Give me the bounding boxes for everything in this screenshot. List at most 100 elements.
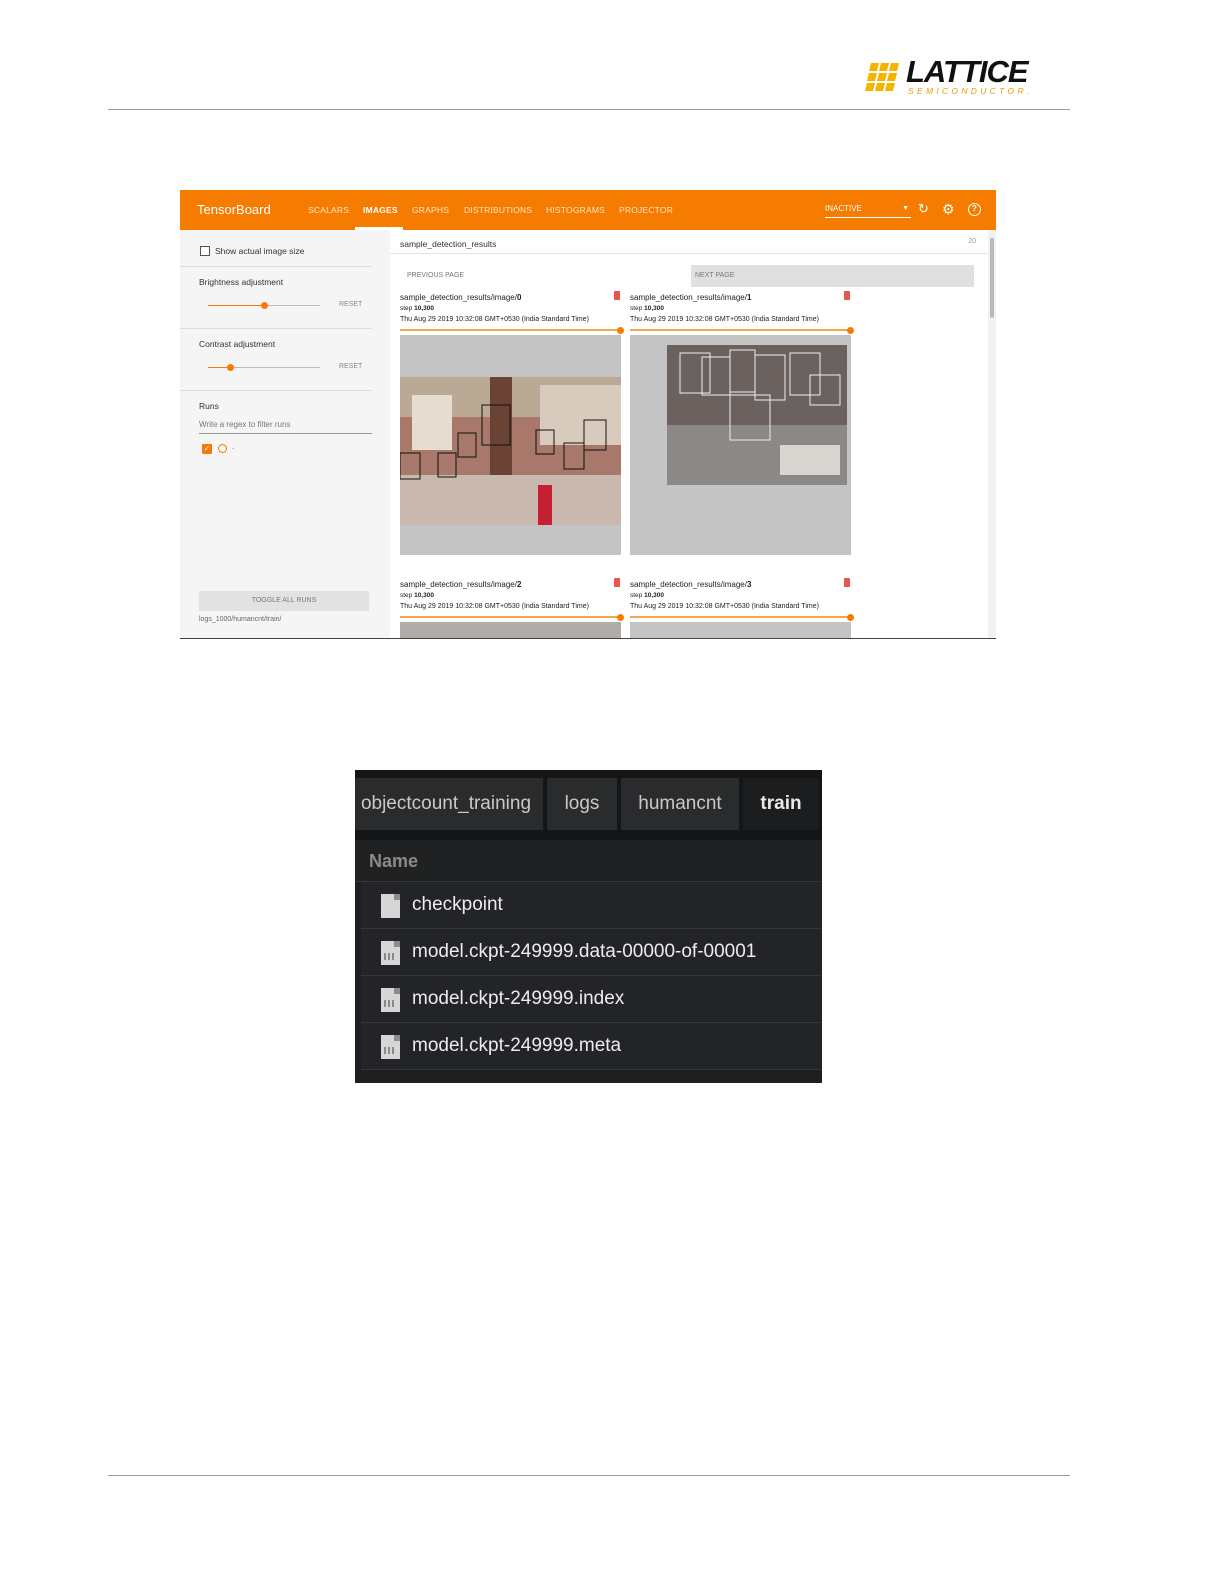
status-dropdown[interactable]: INACTIVE ▼: [825, 204, 911, 218]
image-card-title: sample_detection_results/image/1: [630, 293, 751, 302]
tensorboard-brand: TensorBoard: [197, 202, 271, 217]
previous-page-button[interactable]: PREVIOUS PAGE: [407, 272, 464, 279]
text-file-icon: [381, 894, 400, 918]
contrast-slider[interactable]: [208, 364, 320, 371]
log-directory: logs_1000/humancnt/train/: [199, 616, 282, 623]
step-slider-knob[interactable]: [617, 327, 624, 334]
binary-file-icon: [381, 988, 400, 1012]
next-page-button[interactable]: NEXT PAGE: [691, 265, 974, 287]
tab-images[interactable]: IMAGES: [363, 205, 398, 215]
step-label: step: [400, 305, 413, 312]
divider: [180, 328, 372, 329]
step-slider[interactable]: [400, 616, 621, 618]
step-label: step: [630, 305, 643, 312]
tag-title: sample_detection_results: [400, 239, 497, 249]
step-slider-knob[interactable]: [847, 614, 854, 621]
image-card-step: step 10,300: [630, 305, 664, 312]
step-slider-knob[interactable]: [847, 327, 854, 334]
image-card-title: sample_detection_results/image/3: [630, 580, 751, 589]
scrollbar[interactable]: [988, 230, 996, 638]
step-slider[interactable]: [400, 329, 621, 331]
contrast-slider-knob[interactable]: [227, 364, 234, 371]
file-row[interactable]: model.ckpt-249999.meta: [361, 1023, 822, 1070]
step-value: 10,300: [414, 592, 434, 599]
image-card-prefix: sample_detection_results/image/: [630, 293, 747, 302]
file-row[interactable]: model.ckpt-249999.data-00000-of-00001: [361, 929, 822, 976]
step-label: step: [630, 592, 643, 599]
image-card-date: Thu Aug 29 2019 10:32:08 GMT+0530 (India…: [630, 603, 819, 610]
run-checkbox[interactable]: ✓: [202, 444, 212, 454]
run-badge-icon: [844, 578, 850, 587]
file-row[interactable]: model.ckpt-249999.index: [361, 976, 822, 1023]
tab-scalars[interactable]: SCALARS: [308, 205, 349, 215]
scrollbar-thumb[interactable]: [990, 238, 994, 318]
breadcrumb-objectcount-training[interactable]: objectcount_training: [355, 778, 543, 830]
brightness-slider[interactable]: [208, 302, 320, 309]
logo-wordmark: LATTICE: [906, 54, 1029, 89]
tab-distributions[interactable]: DISTRIBUTIONS: [464, 205, 532, 215]
run-badge-icon: [844, 291, 850, 300]
image-card-prefix: sample_detection_results/image/: [400, 580, 517, 589]
step-slider[interactable]: [630, 329, 851, 331]
step-slider-knob[interactable]: [617, 614, 624, 621]
tab-histograms[interactable]: HISTOGRAMS: [546, 205, 605, 215]
breadcrumb-humancnt[interactable]: humancnt: [621, 778, 739, 830]
status-label: INACTIVE: [825, 204, 862, 213]
image-card-index: 3: [746, 580, 752, 589]
sidebar: Show actual image size Brightness adjust…: [180, 230, 390, 638]
image-card-index: 1: [746, 293, 752, 302]
toggle-all-runs-button[interactable]: TOGGLE ALL RUNS: [199, 591, 369, 611]
show-actual-size-checkbox[interactable]: [200, 246, 210, 256]
run-filter-input[interactable]: Write a regex to filter runs: [199, 420, 372, 434]
tab-projector[interactable]: PROJECTOR: [619, 205, 673, 215]
tag-count: 20: [968, 238, 976, 245]
contrast-label: Contrast adjustment: [199, 339, 276, 349]
file-name: checkpoint: [412, 894, 503, 915]
step-slider[interactable]: [630, 616, 851, 618]
breadcrumb-logs[interactable]: logs: [547, 778, 617, 830]
lattice-logo-mark-icon: [864, 61, 904, 95]
name-column-label: Name: [369, 851, 419, 871]
file-browser-screenshot: objectcount_training logs humancnt train…: [355, 770, 822, 1083]
run-badge-icon: [614, 578, 620, 587]
tab-graphs[interactable]: GRAPHS: [412, 205, 449, 215]
file-name: model.ckpt-249999.index: [412, 988, 625, 1009]
refresh-icon[interactable]: ↻: [918, 202, 929, 216]
detection-image: [630, 335, 851, 555]
brightness-reset-button[interactable]: RESET: [339, 301, 362, 308]
image-card-title: sample_detection_results/image/2: [400, 580, 521, 589]
file-name: model.ckpt-249999.data-00000-of-00001: [412, 941, 757, 962]
image-card-step: step 10,300: [630, 592, 664, 599]
image-card-step: step 10,300: [400, 592, 434, 599]
binary-file-icon: [381, 941, 400, 965]
divider: [180, 390, 372, 391]
run-badge-icon: [614, 291, 620, 300]
contrast-reset-button[interactable]: RESET: [339, 363, 362, 370]
image-card-index: 2: [516, 580, 522, 589]
breadcrumb-train[interactable]: train: [743, 778, 819, 830]
show-actual-size-label: Show actual image size: [215, 246, 305, 256]
binary-file-icon: [381, 1035, 400, 1059]
image-card-prefix: sample_detection_results/image/: [400, 293, 517, 302]
settings-icon[interactable]: ⚙: [942, 202, 955, 216]
step-value: 10,300: [414, 305, 434, 312]
step-value: 10,300: [644, 305, 664, 312]
caret-down-icon: ▼: [902, 205, 909, 212]
detection-image: [400, 622, 621, 638]
detection-image: [630, 622, 851, 638]
detection-image-1-picture: [400, 377, 621, 525]
help-icon[interactable]: ?: [968, 203, 981, 216]
run-name: .: [232, 442, 235, 451]
detection-image-2-picture: [667, 345, 847, 485]
step-label: step: [400, 592, 413, 599]
tensorboard-toolbar: TensorBoard SCALARS IMAGES GRAPHS DISTRI…: [180, 190, 996, 230]
file-row[interactable]: checkpoint: [361, 882, 822, 929]
image-card-date: Thu Aug 29 2019 10:32:08 GMT+0530 (India…: [400, 603, 589, 610]
images-pane: sample_detection_results 20 PREVIOUS PAG…: [390, 230, 988, 638]
brightness-slider-knob[interactable]: [261, 302, 268, 309]
tag-header[interactable]: sample_detection_results 20: [390, 230, 988, 254]
image-card-date: Thu Aug 29 2019 10:32:08 GMT+0530 (India…: [400, 316, 589, 323]
name-column-header[interactable]: Name: [355, 840, 822, 882]
image-card-index: 0: [516, 293, 522, 302]
divider: [180, 266, 372, 267]
